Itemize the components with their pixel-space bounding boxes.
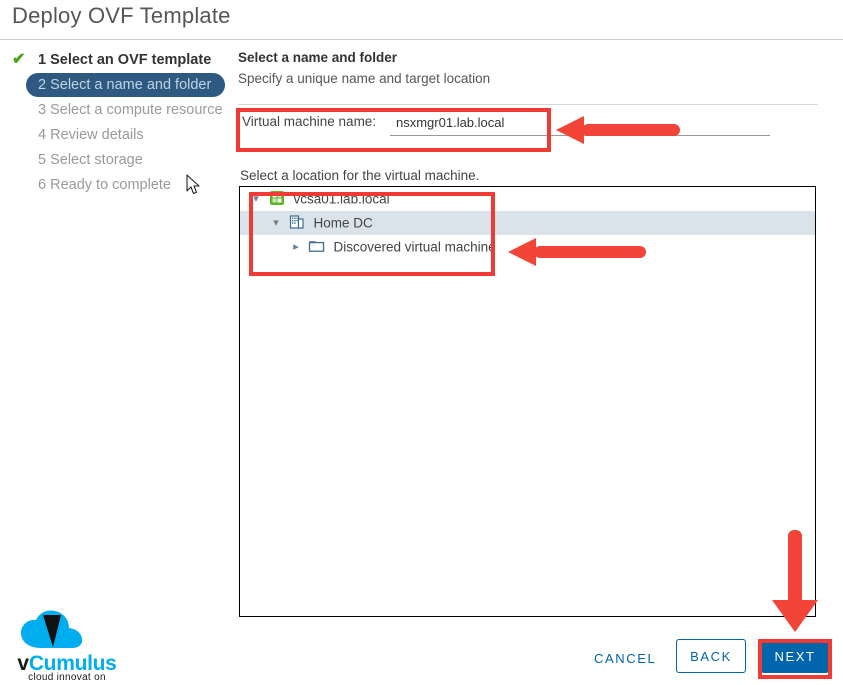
next-button[interactable]: NEXT <box>761 639 829 673</box>
wizard-steps: ✔ 1 Select an OVF template 2 Select a na… <box>0 48 232 198</box>
sidebar-item-select-compute-resource[interactable]: 3 Select a compute resource <box>0 98 232 122</box>
sidebar-item-select-name-folder[interactable]: 2 Select a name and folder <box>26 73 226 97</box>
vm-name-input[interactable] <box>390 112 770 136</box>
chevron-down-icon[interactable]: ▾ <box>248 187 264 211</box>
pane-subtitle: Specify a unique name and target locatio… <box>238 71 491 86</box>
chevron-right-icon[interactable]: ▸ <box>288 235 304 259</box>
tree-item-label: vcsa01.lab.local <box>293 191 390 207</box>
sidebar-item-select-storage[interactable]: 5 Select storage <box>0 148 232 172</box>
check-icon: ✔ <box>12 51 26 68</box>
back-button[interactable]: BACK <box>676 639 746 673</box>
window-title-bar: Deploy OVF Template <box>0 0 843 40</box>
sidebar-item-label: 3 Select a compute resource <box>38 102 223 118</box>
cancel-button[interactable]: CANCEL <box>588 644 662 674</box>
vm-name-label: Virtual machine name: <box>242 114 377 129</box>
header-divider <box>238 104 818 105</box>
logo-tagline: cloud innovat on <box>28 672 106 683</box>
sidebar-item-label: 1 Select an OVF template <box>38 52 212 68</box>
tree-row[interactable]: ▾ vcsa01.lab.local <box>240 187 815 211</box>
location-label: Select a location for the virtual machin… <box>240 168 480 183</box>
sidebar-item-label: 6 Ready to complete <box>38 177 171 193</box>
datacenter-icon <box>288 214 306 230</box>
tree-item-label: Home DC <box>313 215 373 231</box>
vm-name-row: Virtual machine name: <box>242 112 812 138</box>
sidebar-item-ready-to-complete[interactable]: 6 Ready to complete <box>0 173 232 197</box>
tree-row[interactable]: ▸ Discovered virtual machine <box>240 235 815 259</box>
vcumulus-logo: vCumulus cloud innovat on <box>8 608 126 683</box>
tree-row[interactable]: ▾ Home DC <box>240 211 815 235</box>
chevron-down-icon[interactable]: ▾ <box>268 211 284 235</box>
main-pane-header: Select a name and folder Specify a uniqu… <box>238 50 836 86</box>
wizard-footer: CANCEL BACK NEXT <box>0 636 843 684</box>
cloud-mark-icon <box>21 610 83 648</box>
sidebar-item-review-details[interactable]: 4 Review details <box>0 123 232 147</box>
sidebar-item-label: 2 Select a name and folder <box>38 77 212 93</box>
inventory-tree-panel[interactable]: ▾ vcsa01.lab.local ▾ Home DC ▸ Discovere… <box>239 186 816 617</box>
sidebar-item-select-template[interactable]: ✔ 1 Select an OVF template <box>0 48 232 72</box>
vcenter-icon <box>268 190 286 206</box>
sidebar-item-label: 5 Select storage <box>38 152 143 168</box>
folder-icon <box>308 238 326 254</box>
deploy-ovf-wizard: Deploy OVF Template ✔ 1 Select an OVF te… <box>0 0 843 685</box>
tree-item-label: Discovered virtual machine <box>333 239 496 255</box>
sidebar-item-label: 4 Review details <box>38 127 144 143</box>
page-title: Deploy OVF Template <box>12 3 231 28</box>
pane-title: Select a name and folder <box>238 50 398 65</box>
